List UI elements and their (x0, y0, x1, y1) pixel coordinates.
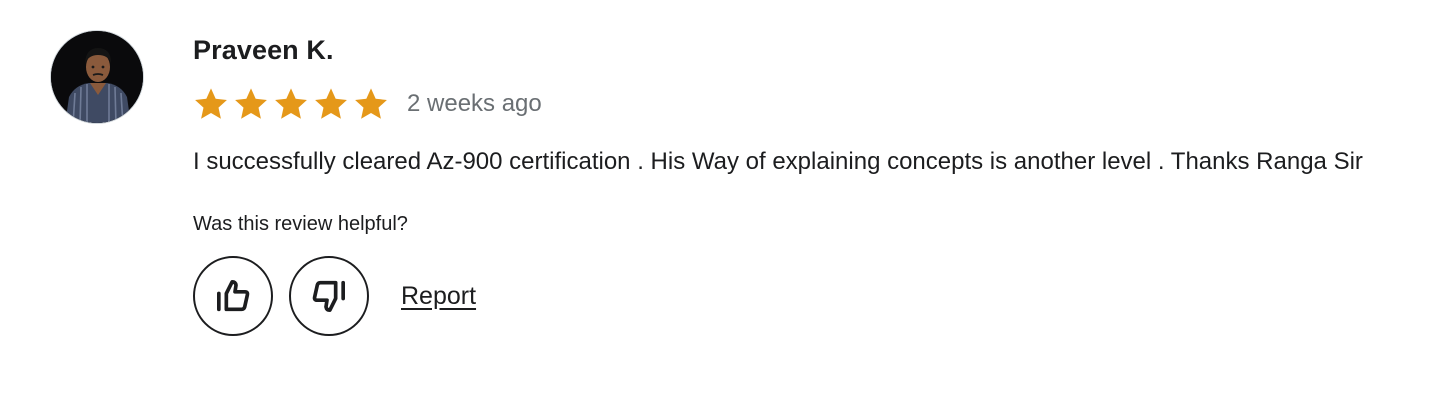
rating-row: 2 weeks ago (193, 84, 1403, 124)
helpful-yes-button[interactable] (193, 256, 273, 336)
thumbs-up-icon (217, 280, 250, 312)
helpful-prompt: Was this review helpful? (193, 213, 408, 235)
avatar-photo (51, 31, 143, 123)
star-icon (235, 88, 267, 119)
review-date: 2 weeks ago (407, 90, 542, 117)
thumbs-down-icon (312, 280, 345, 312)
helpful-no-button[interactable] (289, 256, 369, 336)
review-content: Praveen K. 2 weeks ago I successfully cl… (193, 32, 1403, 336)
review-card: Praveen K. 2 weeks ago I successfully cl… (0, 0, 1431, 408)
report-link[interactable]: Report (401, 282, 476, 311)
star-icon (355, 88, 387, 119)
star-icon (195, 88, 227, 119)
star-rating (193, 86, 389, 122)
review-text: I successfully cleared Az-900 certificat… (193, 148, 1363, 175)
review-actions: Report (193, 256, 1403, 336)
reviewer-avatar (50, 30, 144, 124)
star-icon (275, 88, 307, 119)
star-icon (315, 88, 347, 119)
reviewer-name: Praveen K. (193, 35, 334, 65)
